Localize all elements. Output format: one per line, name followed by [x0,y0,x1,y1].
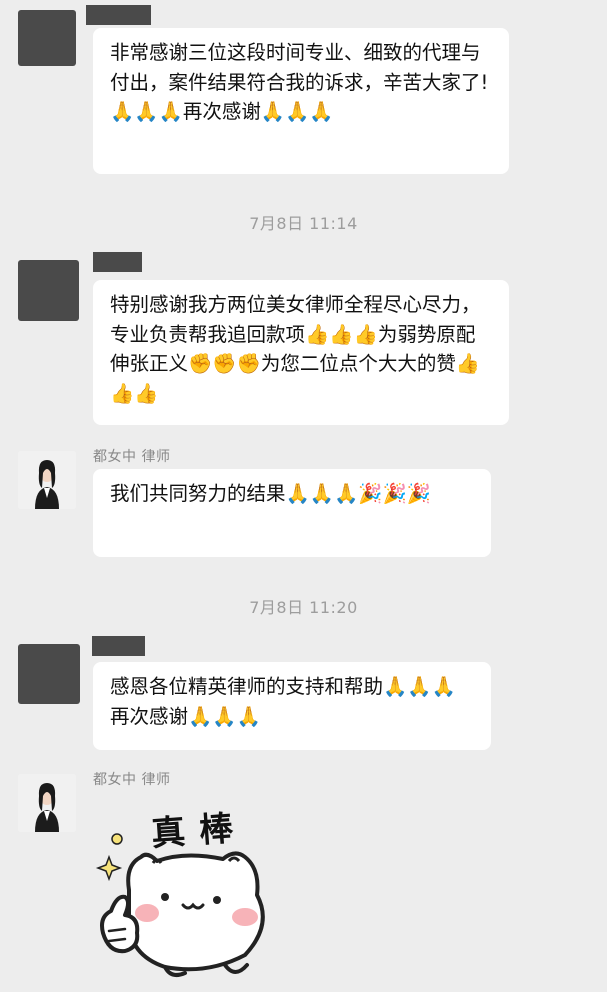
message-text: 感恩各位精英律师的支持和帮助🙏🙏🙏再次感谢🙏🙏🙏 [110,675,456,728]
sender-name: 都女中 律师 [93,772,171,788]
timestamp: 7月8日 11:20 [249,598,358,617]
lawyer-avatar[interactable] [18,774,76,832]
redacted-sender-name [86,5,151,25]
redacted-avatar[interactable] [18,644,80,704]
message-text: 特别感谢我方两位美女律师全程尽心尽力，专业负责帮我追回款项👍👍👍为弱势原配伸张正… [110,293,481,405]
message-bubble[interactable]: 特别感谢我方两位美女律师全程尽心尽力，专业负责帮我追回款项👍👍👍为弱势原配伸张正… [93,280,509,425]
redacted-sender-name [93,252,142,272]
redacted-avatar[interactable] [18,260,79,321]
redacted-avatar[interactable] [18,10,76,66]
message-bubble[interactable]: 我们共同努力的结果🙏🙏🙏🎉🎉🎉 [93,469,491,557]
message-bubble[interactable]: 非常感谢三位这段时间专业、细致的代理与付出，案件结果符合我的诉求，辛苦大家了!🙏… [93,28,509,174]
message-bubble[interactable]: 感恩各位精英律师的支持和帮助🙏🙏🙏再次感谢🙏🙏🙏 [93,662,491,750]
sender-name: 都女中 律师 [93,449,171,465]
timestamp: 7月8日 11:14 [249,214,358,233]
lawyer-avatar[interactable] [18,451,76,509]
redacted-sender-name [92,636,145,656]
cat-thumbs-up-sticker[interactable]: 真棒 [95,795,285,985]
message-text: 非常感谢三位这段时间专业、细致的代理与付出，案件结果符合我的诉求，辛苦大家了!🙏… [110,41,489,123]
message-text: 我们共同努力的结果🙏🙏🙏🎉🎉🎉 [110,482,432,505]
